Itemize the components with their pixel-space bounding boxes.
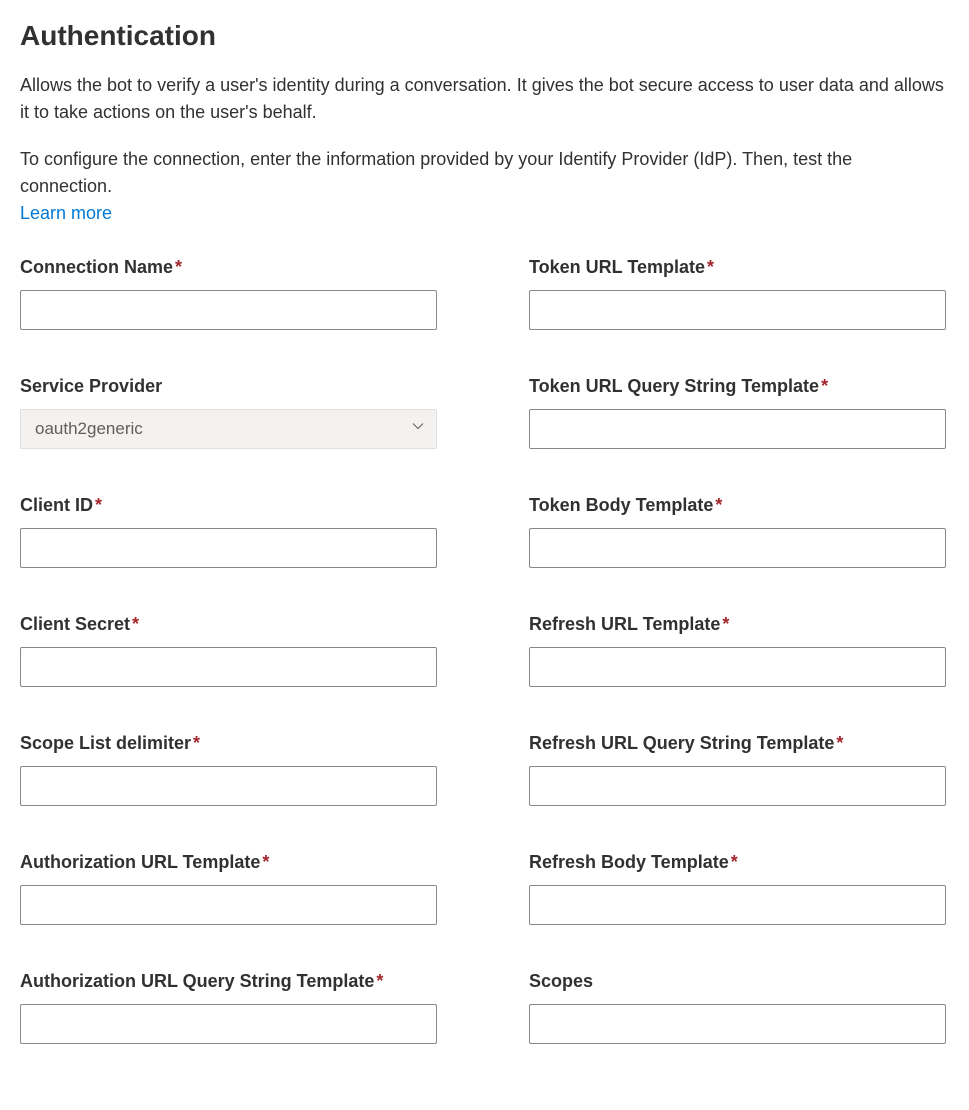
field-client-secret: Client Secret*	[20, 614, 437, 687]
label-text: Refresh Body Template	[529, 852, 729, 872]
token-body-input[interactable]	[529, 528, 946, 568]
label-text: Refresh URL Template	[529, 614, 720, 634]
page-title: Authentication	[20, 20, 949, 52]
scopes-input[interactable]	[529, 1004, 946, 1044]
label-text: Authorization URL Template	[20, 852, 260, 872]
intro-text-2: To configure the connection, enter the i…	[20, 146, 949, 227]
required-asterisk: *	[722, 614, 729, 634]
scope-delimiter-input[interactable]	[20, 766, 437, 806]
learn-more-link[interactable]: Learn more	[20, 203, 112, 223]
field-scopes: Scopes	[529, 971, 946, 1044]
refresh-body-input[interactable]	[529, 885, 946, 925]
required-asterisk: *	[262, 852, 269, 872]
token-body-label: Token Body Template*	[529, 495, 946, 516]
label-text: Client ID	[20, 495, 93, 515]
field-connection-name: Connection Name*	[20, 257, 437, 330]
required-asterisk: *	[707, 257, 714, 277]
label-text: Service Provider	[20, 376, 162, 396]
service-provider-select-wrap	[20, 409, 437, 449]
refresh-url-template-input[interactable]	[529, 647, 946, 687]
label-text: Authorization URL Query String Template	[20, 971, 374, 991]
required-asterisk: *	[175, 257, 182, 277]
token-url-query-label: Token URL Query String Template*	[529, 376, 946, 397]
intro-text-2-body: To configure the connection, enter the i…	[20, 149, 852, 196]
label-text: Scopes	[529, 971, 593, 991]
field-refresh-url-query-template: Refresh URL Query String Template*	[529, 733, 946, 806]
required-asterisk: *	[821, 376, 828, 396]
auth-url-template-input[interactable]	[20, 885, 437, 925]
required-asterisk: *	[132, 614, 139, 634]
client-id-input[interactable]	[20, 528, 437, 568]
field-scope-list-delimiter: Scope List delimiter*	[20, 733, 437, 806]
required-asterisk: *	[715, 495, 722, 515]
form-columns: Connection Name* Service Provider Client…	[20, 257, 949, 1090]
field-auth-url-query-template: Authorization URL Query String Template*	[20, 971, 437, 1044]
required-asterisk: *	[95, 495, 102, 515]
client-secret-input[interactable]	[20, 647, 437, 687]
required-asterisk: *	[193, 733, 200, 753]
token-url-query-input[interactable]	[529, 409, 946, 449]
field-refresh-url-template: Refresh URL Template*	[529, 614, 946, 687]
field-token-url-query-template: Token URL Query String Template*	[529, 376, 946, 449]
required-asterisk: *	[731, 852, 738, 872]
field-token-body-template: Token Body Template*	[529, 495, 946, 568]
field-token-url-template: Token URL Template*	[529, 257, 946, 330]
required-asterisk: *	[376, 971, 383, 991]
form-left-column: Connection Name* Service Provider Client…	[20, 257, 437, 1090]
refresh-url-template-label: Refresh URL Template*	[529, 614, 946, 635]
client-id-label: Client ID*	[20, 495, 437, 516]
token-url-template-label: Token URL Template*	[529, 257, 946, 278]
field-client-id: Client ID*	[20, 495, 437, 568]
service-provider-select[interactable]	[20, 409, 437, 449]
label-text: Client Secret	[20, 614, 130, 634]
intro-text-1: Allows the bot to verify a user's identi…	[20, 72, 949, 126]
label-text: Token Body Template	[529, 495, 713, 515]
label-text: Connection Name	[20, 257, 173, 277]
form-right-column: Token URL Template* Token URL Query Stri…	[529, 257, 946, 1090]
label-text: Token URL Template	[529, 257, 705, 277]
scopes-label: Scopes	[529, 971, 946, 992]
label-text: Refresh URL Query String Template	[529, 733, 834, 753]
connection-name-input[interactable]	[20, 290, 437, 330]
scope-delimiter-label: Scope List delimiter*	[20, 733, 437, 754]
label-text: Scope List delimiter	[20, 733, 191, 753]
field-service-provider: Service Provider	[20, 376, 437, 449]
required-asterisk: *	[836, 733, 843, 753]
auth-url-template-label: Authorization URL Template*	[20, 852, 437, 873]
token-url-template-input[interactable]	[529, 290, 946, 330]
service-provider-label: Service Provider	[20, 376, 437, 397]
field-refresh-body-template: Refresh Body Template*	[529, 852, 946, 925]
refresh-url-query-label: Refresh URL Query String Template*	[529, 733, 946, 754]
auth-url-query-label: Authorization URL Query String Template*	[20, 971, 437, 992]
client-secret-label: Client Secret*	[20, 614, 437, 635]
field-auth-url-template: Authorization URL Template*	[20, 852, 437, 925]
label-text: Token URL Query String Template	[529, 376, 819, 396]
refresh-body-label: Refresh Body Template*	[529, 852, 946, 873]
connection-name-label: Connection Name*	[20, 257, 437, 278]
auth-url-query-input[interactable]	[20, 1004, 437, 1044]
refresh-url-query-input[interactable]	[529, 766, 946, 806]
